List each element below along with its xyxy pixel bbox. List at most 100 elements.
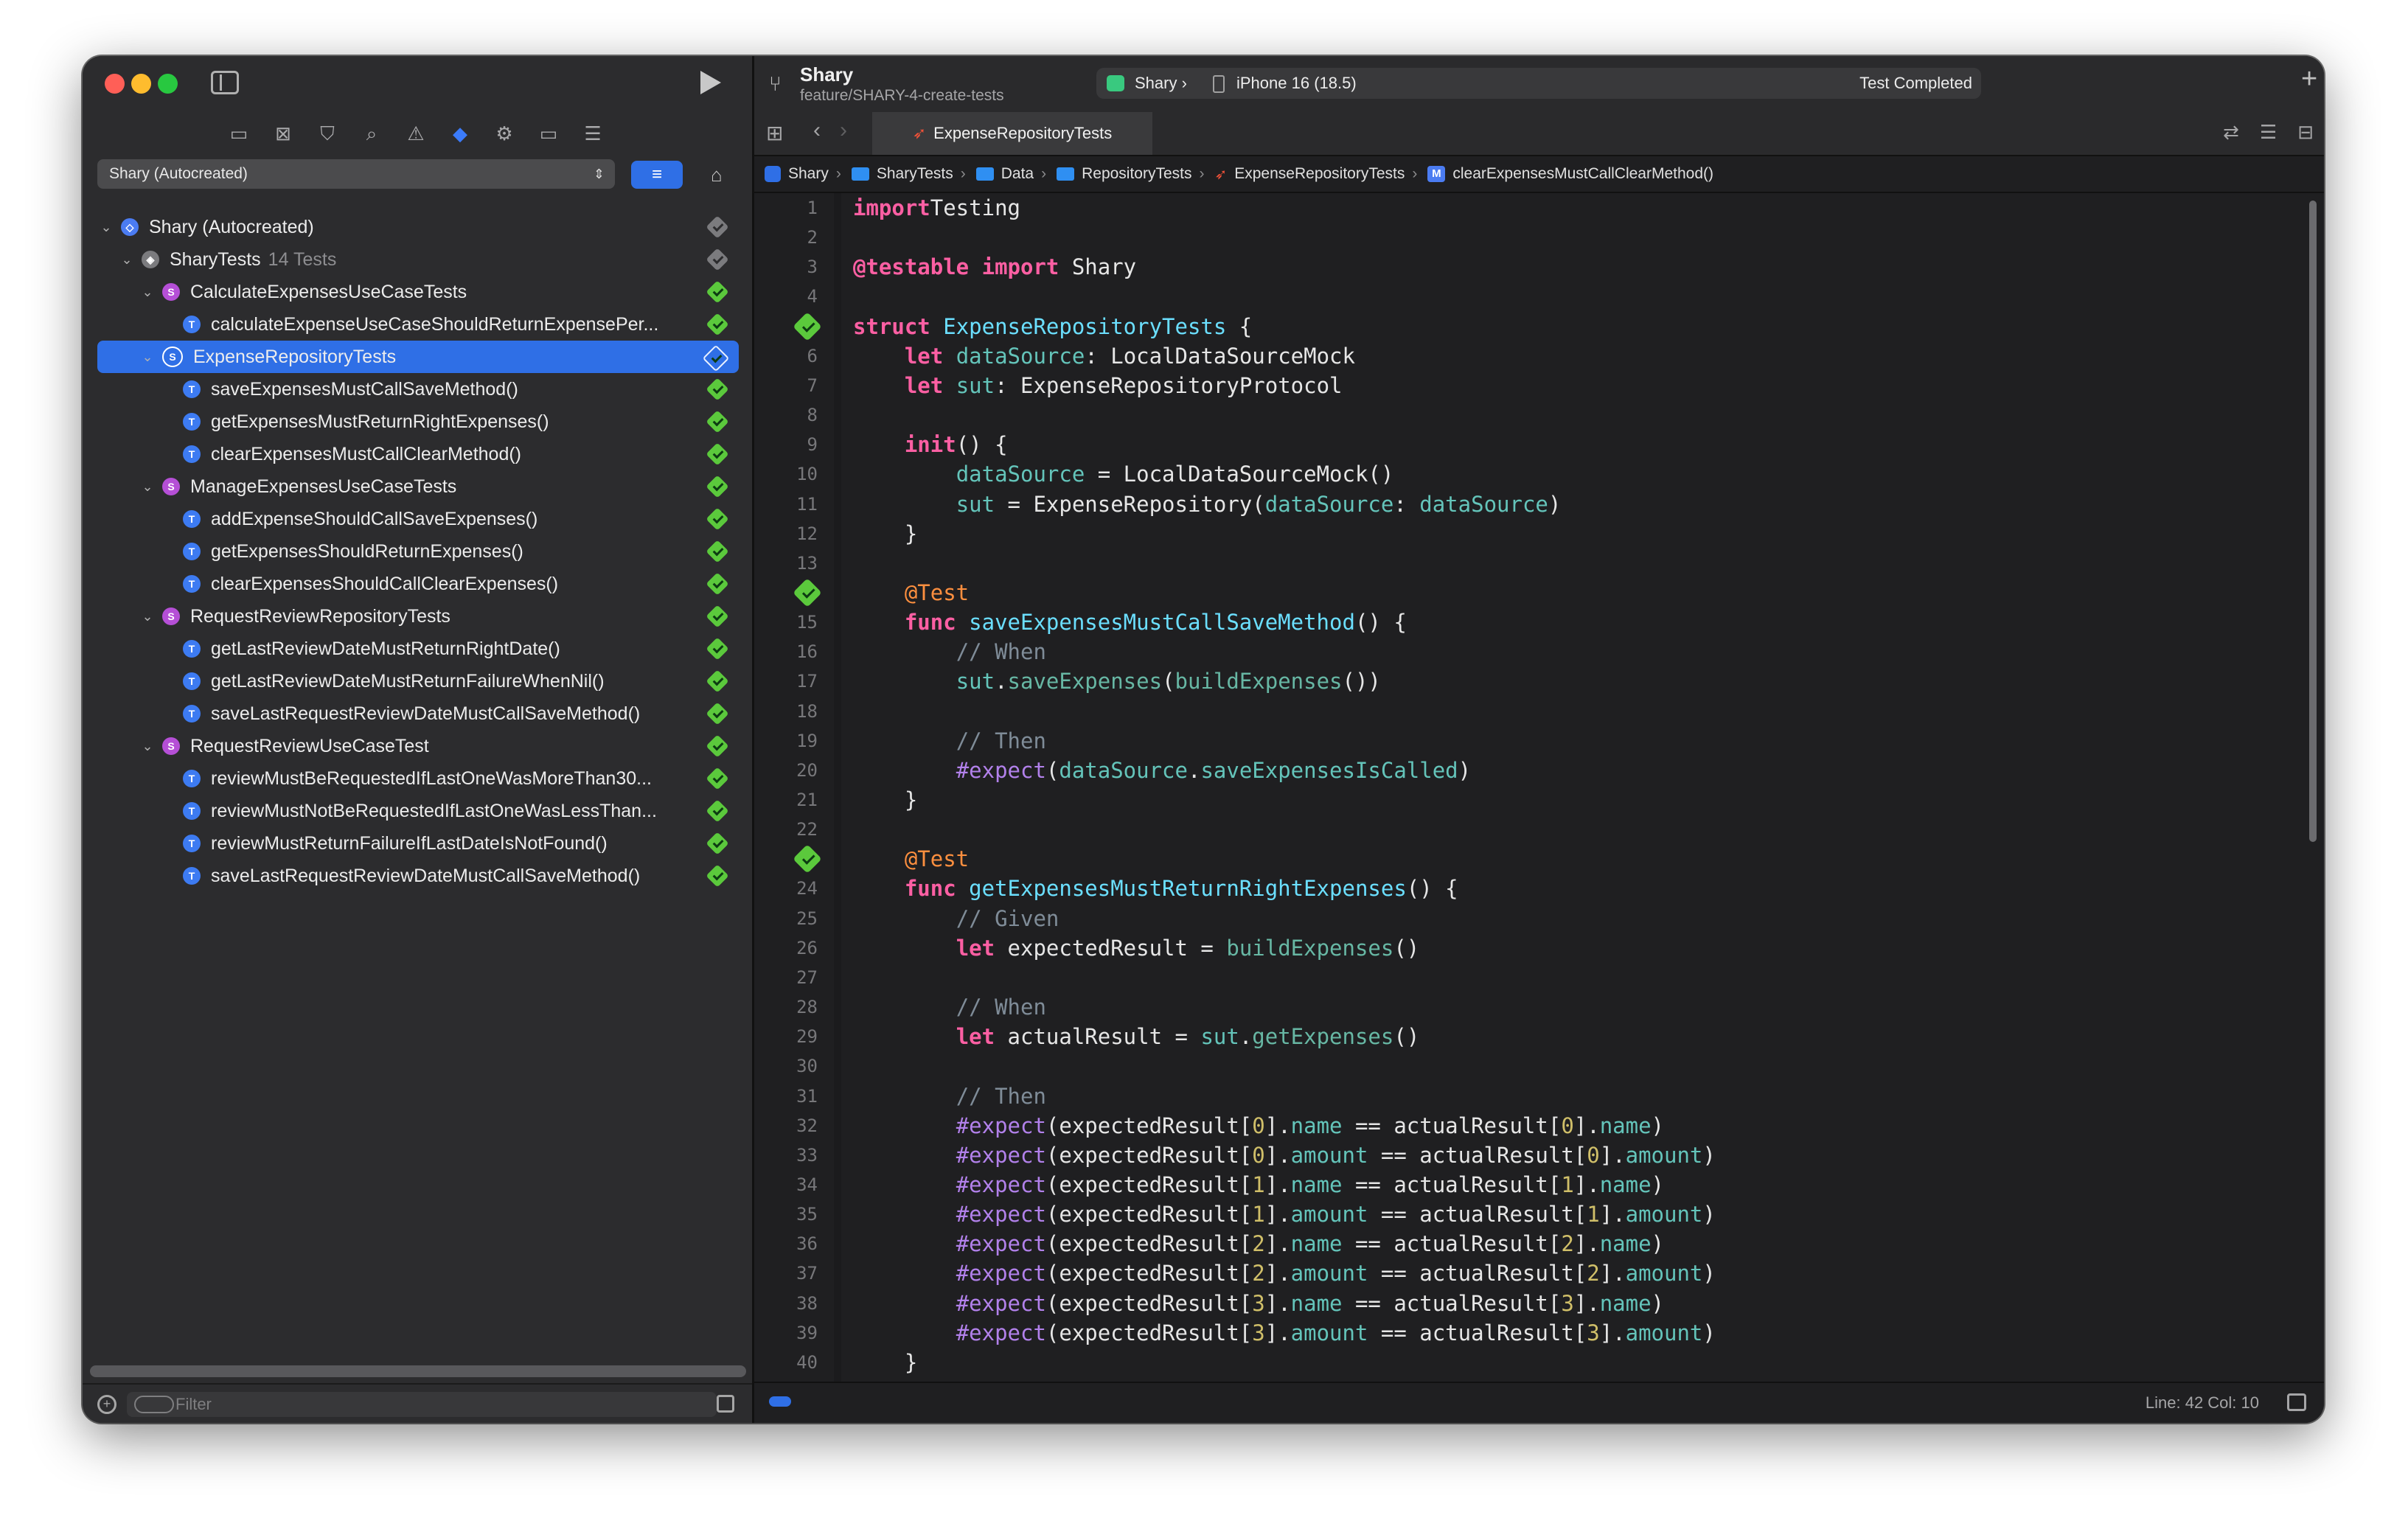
code-line[interactable]: let expectedResult = buildExpenses() (853, 933, 1420, 963)
passed-check-icon[interactable] (702, 344, 730, 372)
passed-check-icon[interactable] (706, 637, 729, 661)
suite-row[interactable]: ⌄ S ManageExpensesUseCaseTests (97, 470, 739, 503)
run-button[interactable] (700, 71, 721, 94)
horizontal-scrollbar[interactable] (90, 1365, 746, 1377)
back-arrow-icon[interactable]: ‹ (813, 118, 821, 143)
code-line[interactable]: // When (853, 637, 1046, 666)
status-icon[interactable] (706, 215, 729, 239)
passed-check-icon[interactable] (706, 507, 729, 531)
test-row[interactable]: TsaveExpensesMustCallSaveMethod() (97, 373, 739, 405)
breadcrumb-item[interactable]: Data › (975, 165, 1057, 183)
passed-check-icon[interactable] (706, 313, 729, 336)
passed-check-icon[interactable] (706, 702, 729, 725)
report-icon[interactable]: ☰ (580, 121, 605, 146)
passed-check-icon[interactable] (706, 734, 729, 758)
passed-check-icon[interactable] (706, 605, 729, 628)
breadcrumb-item[interactable]: MclearExpensesMustCallClearMethod() (1427, 165, 1713, 183)
chevron-down-icon[interactable]: ⌄ (139, 739, 156, 754)
search-icon[interactable]: ⌕ (359, 121, 384, 146)
passed-check-icon[interactable] (706, 280, 729, 304)
passed-check-icon[interactable] (706, 767, 729, 790)
code-line[interactable]: } (853, 519, 917, 549)
editor-options-icon[interactable]: ☰ (2260, 121, 2277, 144)
test-passed-diamond-icon[interactable] (793, 844, 822, 874)
list-filter-button[interactable]: ≡ (631, 161, 683, 189)
test-row[interactable]: TreviewMustReturnFailureIfLastDateIsNotF… (97, 827, 739, 860)
vertical-scrollbar[interactable] (2309, 201, 2317, 842)
test-row[interactable]: TgetExpensesShouldReturnExpenses() (97, 535, 739, 568)
suite-row[interactable]: ⌄ S RequestReviewUseCaseTest (97, 730, 739, 762)
breadcrumb-item[interactable]: RepositoryTests › (1057, 165, 1214, 183)
add-icon[interactable]: + (2301, 63, 2317, 95)
passed-check-icon[interactable] (706, 377, 729, 401)
test-row[interactable]: TreviewMustBeRequestedIfLastOneWasMoreTh… (97, 762, 739, 795)
code-line[interactable]: @Test (853, 578, 969, 607)
branch-name[interactable]: feature/SHARY-4-create-tests (800, 87, 1004, 105)
bookmark-icon[interactable]: ⛉ (315, 121, 340, 146)
code-line[interactable]: @Test (853, 844, 969, 874)
chevron-down-icon[interactable]: ⌄ (118, 252, 136, 268)
breadcrumb-item[interactable]: Shary › (765, 165, 852, 183)
filter-input[interactable]: Filter (127, 1392, 717, 1417)
code-line[interactable]: // When (853, 992, 1046, 1022)
tab-expense-repository-tests[interactable]: ➶ ExpenseRepositoryTests (872, 112, 1152, 155)
code-line[interactable]: func saveExpensesMustCallSaveMethod() { (853, 607, 1407, 637)
chevron-down-icon[interactable]: ⌄ (97, 220, 115, 235)
debug-area-toggle-icon[interactable] (2287, 1393, 2306, 1411)
test-row[interactable]: TcalculateExpenseUseCaseShouldReturnExpe… (97, 308, 739, 341)
passed-check-icon[interactable] (706, 669, 729, 693)
code-line[interactable]: #expect(expectedResult[2].name == actual… (853, 1229, 1664, 1258)
split-editor-icon[interactable]: ⊟ (2297, 121, 2314, 144)
code-line[interactable]: let sut: ExpenseRepositoryProtocol (853, 371, 1343, 400)
related-items-icon[interactable]: ⇄ (2223, 121, 2239, 144)
suite-row[interactable]: ⌄ S CalculateExpensesUseCaseTests (97, 276, 739, 308)
code-line[interactable]: #expect(dataSource.saveExpensesIsCalled) (853, 756, 1471, 785)
warning-icon[interactable]: ⚠ (403, 121, 428, 146)
run-destination[interactable]: iPhone 16 (18.5) (1236, 68, 1357, 99)
code-line[interactable]: #expect(expectedResult[2].amount == actu… (853, 1258, 1716, 1288)
zoom-window-button[interactable] (158, 74, 178, 94)
code-line[interactable]: #expect(expectedResult[1].name == actual… (853, 1170, 1664, 1200)
code-line[interactable]: #expect(expectedResult[0].name == actual… (853, 1111, 1664, 1141)
add-icon[interactable]: + (97, 1395, 116, 1414)
code-line[interactable]: struct ExpenseRepositoryTests { (853, 312, 1252, 341)
sidebar-toggle-icon[interactable] (211, 71, 239, 94)
test-passed-diamond-icon[interactable] (793, 311, 822, 341)
code-line[interactable]: #expect(expectedResult[3].name == actual… (853, 1289, 1664, 1318)
source-control-icon[interactable]: ⊠ (271, 121, 296, 146)
status-icon[interactable] (706, 248, 729, 271)
code-line[interactable]: sut = ExpenseRepository(dataSource: data… (853, 490, 1562, 519)
code-line[interactable]: importTesting (853, 193, 1020, 223)
test-row[interactable]: TclearExpensesShouldCallClearExpenses() (97, 568, 739, 600)
code-line[interactable]: let actualResult = sut.getExpenses() (853, 1022, 1420, 1051)
test-row[interactable]: TclearExpensesMustCallClearMethod() (97, 438, 739, 470)
close-window-button[interactable] (105, 74, 125, 94)
test-row[interactable]: TgetLastReviewDateMustReturnFailureWhenN… (97, 665, 739, 697)
debug-icon[interactable]: ⚙ (492, 121, 517, 146)
passed-check-icon[interactable] (706, 832, 729, 855)
breadcrumb-item[interactable]: SharyTests › (851, 165, 976, 183)
chevron-down-icon[interactable]: ⌄ (139, 479, 156, 495)
code-line[interactable]: // Then (853, 1082, 1046, 1111)
breadcrumb-item[interactable]: ➶ ExpenseRepositoryTests › (1214, 165, 1427, 184)
code-line[interactable]: #expect(expectedResult[1].amount == actu… (853, 1200, 1716, 1229)
suite-row[interactable]: ⌄ S RequestReviewRepositoryTests (97, 600, 739, 633)
code-line[interactable]: dataSource = LocalDataSourceMock() (853, 459, 1394, 489)
line-number-gutter[interactable]: 1 2 3 4 6 7 8 9 10 11 12 13 15 16 17 18 19 20 21 22 24 25 26 27… (754, 193, 828, 1383)
passed-check-icon[interactable] (706, 572, 729, 596)
passed-check-icon[interactable] (706, 864, 729, 888)
breakpoint-icon[interactable]: ▭ (536, 121, 561, 146)
test-row[interactable]: TsaveLastRequestReviewDateMustCallSaveMe… (97, 860, 739, 892)
test-row[interactable]: TgetExpensesMustReturnRightExpenses() (97, 405, 739, 438)
passed-check-icon[interactable] (706, 442, 729, 466)
forward-arrow-icon[interactable]: › (840, 118, 847, 143)
code-line[interactable]: func getExpensesMustReturnRightExpenses(… (853, 874, 1458, 903)
chevron-down-icon[interactable]: ⌄ (139, 609, 156, 624)
debug-area-indicator[interactable] (769, 1396, 791, 1407)
code-editor[interactable]: 1 2 3 4 6 7 8 9 10 11 12 13 15 16 17 18 19 20 21 22 24 25 26 27… (754, 193, 2324, 1383)
minimize-window-button[interactable] (131, 74, 151, 94)
passed-check-icon[interactable] (706, 799, 729, 823)
grid-icon[interactable]: ⊞ (766, 121, 783, 145)
code-line[interactable]: // Then (853, 726, 1046, 756)
folder-icon[interactable]: ▭ (226, 121, 251, 146)
